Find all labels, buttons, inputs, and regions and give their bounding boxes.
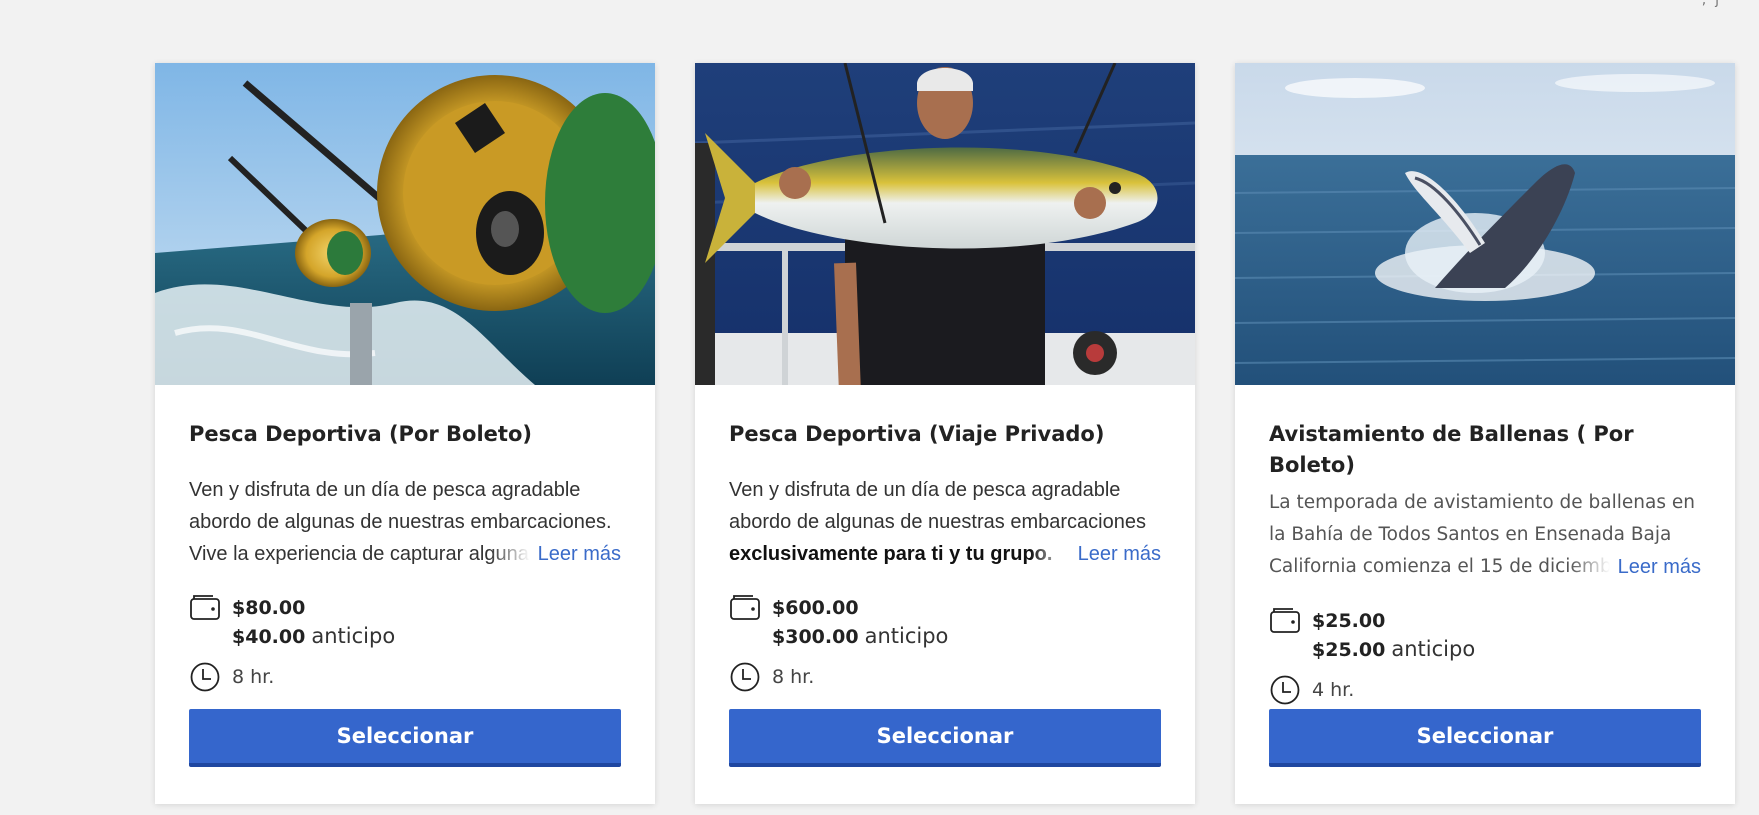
duration-block: 4 hr. [1269, 674, 1701, 706]
tour-card: Pesca Deportiva (Viaje Privado) Ven y di… [695, 63, 1195, 804]
fisherman-with-yellowtail-photo[interactable] [695, 63, 1195, 385]
price-block: $80.00 $40.00 anticipo [189, 594, 621, 651]
price-amount: $25.00 [1312, 610, 1386, 632]
card-description: Ven y disfruta de un día de pesca agrada… [729, 474, 1161, 570]
tour-card: Avistamiento de Ballenas ( Por Boleto) L… [1235, 63, 1735, 804]
tour-card-list: Pesca Deportiva (Por Boleto) Ven y disfr… [155, 63, 1735, 804]
select-button[interactable]: Seleccionar [729, 709, 1161, 767]
duration-block: 8 hr. [189, 661, 621, 693]
card-description-bold: exclusivamente para ti y tu grupo. [729, 543, 1053, 565]
card-description-plain: Ven y disfruta de un día de pesca agrada… [729, 479, 1146, 533]
price-block: $600.00 $300.00 anticipo [729, 594, 1161, 651]
clock-icon [1270, 675, 1300, 705]
card-description: Ven y disfruta de un día de pesca agrada… [189, 474, 621, 570]
card-title: Pesca Deportiva (Viaje Privado) [729, 422, 1105, 446]
duration-block: 8 hr. [729, 661, 1161, 693]
deposit-amount: $25.00 [1312, 639, 1386, 661]
humpback-whale-photo[interactable] [1235, 63, 1735, 385]
tour-card: Pesca Deportiva (Por Boleto) Ven y disfr… [155, 63, 655, 804]
wallet-icon [1270, 608, 1300, 633]
clock-icon [190, 662, 220, 692]
price-block: $25.00 $25.00 anticipo [1269, 607, 1701, 664]
price-amount: $80.00 [232, 597, 306, 619]
card-title: Pesca Deportiva (Por Boleto) [189, 422, 532, 446]
deposit-amount: $40.00 [232, 626, 306, 648]
wallet-icon [190, 595, 220, 620]
fishing-reel-photo[interactable] [155, 63, 655, 385]
duration-text: 8 hr. [772, 666, 815, 688]
card-title: Avistamiento de Ballenas ( Por Boleto) [1269, 422, 1634, 477]
select-button[interactable]: Seleccionar [189, 709, 621, 767]
deposit-label: anticipo [311, 624, 396, 648]
read-more-link[interactable]: Leer más [489, 538, 621, 570]
duration-text: 8 hr. [232, 666, 275, 688]
deposit-label: anticipo [864, 624, 949, 648]
price-amount: $600.00 [772, 597, 859, 619]
read-more-link[interactable]: Leer más [1569, 551, 1701, 583]
duration-text: 4 hr. [1312, 679, 1355, 701]
wallet-icon [730, 595, 760, 620]
clock-icon [730, 662, 760, 692]
read-more-link[interactable]: Leer más [1029, 538, 1161, 570]
card-description: La temporada de avistamiento de ballenas… [1269, 487, 1701, 583]
deposit-label: anticipo [1391, 637, 1476, 661]
deposit-amount: $300.00 [772, 626, 859, 648]
header-corner-text: , ·j [1701, 0, 1719, 8]
select-button[interactable]: Seleccionar [1269, 709, 1701, 767]
